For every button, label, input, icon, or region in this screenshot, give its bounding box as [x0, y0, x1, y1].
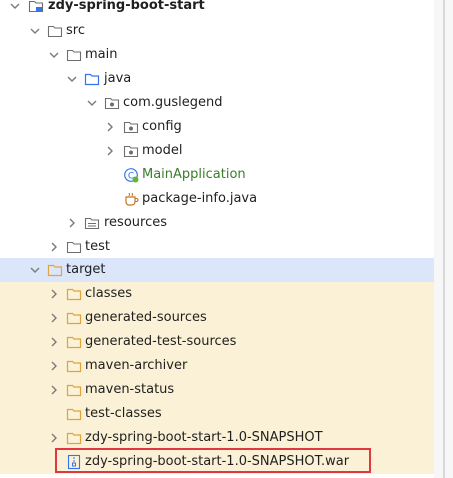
scrollbar-thumb[interactable]	[443, 0, 445, 478]
java-file-icon	[125, 192, 139, 206]
chevron-right-icon[interactable]	[49, 289, 59, 299]
chevron-down-icon[interactable]	[67, 74, 77, 84]
excluded-folder-icon	[66, 312, 82, 325]
tree-row-src[interactable]: src	[0, 19, 434, 43]
tree-label-package: com.guslegend	[123, 95, 223, 110]
tree-label-root: zdy-spring-boot-start	[48, 0, 205, 13]
chevron-down-icon[interactable]	[30, 26, 40, 36]
tree-label-resources: resources	[104, 215, 168, 230]
chevron-right-icon[interactable]	[49, 313, 59, 323]
package-icon	[123, 121, 139, 134]
tree-label-main: main	[85, 47, 118, 62]
tree-label-model: model	[142, 143, 183, 158]
tree-row-maven-status[interactable]: maven-status	[0, 378, 434, 402]
spring-boot-class-icon: C	[124, 168, 139, 183]
package-icon	[123, 145, 139, 158]
excluded-folder-icon	[66, 408, 82, 421]
tree-label-maven-archiver: maven-archiver	[85, 358, 188, 373]
tree-row-java[interactable]: java	[0, 67, 434, 91]
folder-icon	[47, 25, 63, 38]
war-file-highlight-box	[55, 448, 371, 473]
chevron-right-icon[interactable]	[49, 361, 59, 371]
chevron-right-icon[interactable]	[49, 242, 59, 252]
tree-label-config: config	[142, 119, 182, 134]
chevron-right-icon[interactable]	[49, 433, 59, 443]
project-tree: zdy-spring-boot-start src main java com.…	[0, 0, 453, 478]
package-icon	[104, 97, 120, 110]
module-folder-icon	[28, 0, 44, 13]
tree-row-config[interactable]: config	[0, 115, 434, 139]
tree-label-test-classes: test-classes	[85, 406, 162, 421]
folder-icon	[66, 49, 82, 62]
chevron-down-icon[interactable]	[10, 1, 20, 11]
tree-label-target: target	[66, 262, 106, 277]
folder-icon	[66, 241, 82, 254]
tree-row-generated-test-sources[interactable]: generated-test-sources	[0, 330, 434, 354]
tree-label-java: java	[104, 71, 132, 86]
excluded-folder-icon	[47, 264, 63, 277]
chevron-down-icon[interactable]	[49, 50, 59, 60]
tree-row-test-classes[interactable]: test-classes	[0, 402, 434, 426]
excluded-folder-icon	[66, 336, 82, 349]
tree-row-target[interactable]: target	[0, 258, 434, 282]
tree-row-main-application[interactable]: C MainApplication	[0, 163, 434, 187]
chevron-right-icon[interactable]	[49, 385, 59, 395]
chevron-right-icon[interactable]	[105, 146, 115, 156]
tree-row-maven-archiver[interactable]: maven-archiver	[0, 354, 434, 378]
resources-folder-icon	[84, 217, 100, 230]
tree-label-maven-status: maven-status	[85, 382, 175, 397]
tree-row-classes[interactable]: classes	[0, 282, 434, 306]
tree-row-main[interactable]: main	[0, 43, 434, 67]
tree-label-package-info: package-info.java	[142, 191, 258, 206]
tree-label-src: src	[66, 23, 85, 38]
tree-row-package[interactable]: com.guslegend	[0, 91, 434, 115]
excluded-folder-icon	[66, 360, 82, 373]
excluded-folder-icon	[66, 288, 82, 301]
tree-label-generated-test-sources: generated-test-sources	[85, 334, 237, 349]
tree-row-package-info[interactable]: package-info.java	[0, 187, 434, 211]
tree-row-generated-sources[interactable]: generated-sources	[0, 306, 434, 330]
tree-row-snapshot-dir[interactable]: zdy-spring-boot-start-1.0-SNAPSHOT	[0, 426, 434, 450]
tree-row-test[interactable]: test	[0, 235, 434, 259]
tree-label-main-application: MainApplication	[142, 167, 246, 182]
tree-label-classes: classes	[85, 286, 133, 301]
tree-label-snapshot-dir: zdy-spring-boot-start-1.0-SNAPSHOT	[85, 430, 323, 445]
tree-row-root[interactable]: zdy-spring-boot-start	[0, 0, 434, 18]
tree-row-resources[interactable]: resources	[0, 211, 434, 235]
tree-label-test: test	[85, 239, 110, 254]
chevron-right-icon[interactable]	[105, 122, 115, 132]
tree-row-model[interactable]: model	[0, 139, 434, 163]
source-root-folder-icon	[84, 73, 100, 86]
excluded-folder-icon	[66, 432, 82, 445]
chevron-right-icon[interactable]	[67, 218, 77, 228]
chevron-down-icon[interactable]	[30, 265, 40, 275]
excluded-folder-icon	[66, 384, 82, 397]
chevron-right-icon[interactable]	[49, 337, 59, 347]
chevron-down-icon[interactable]	[87, 98, 97, 108]
tree-label-generated-sources: generated-sources	[85, 310, 207, 325]
